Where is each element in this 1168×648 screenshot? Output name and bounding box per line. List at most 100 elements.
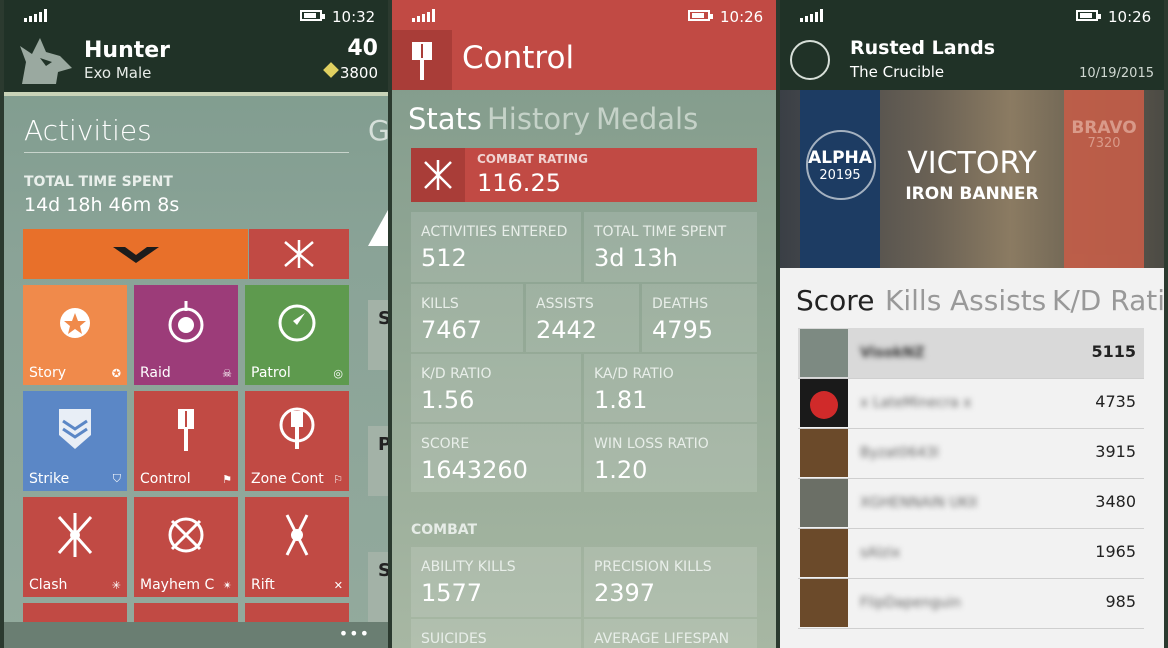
tab-assists[interactable]: Assists xyxy=(950,284,1046,317)
tile-story[interactable]: Story ✪ xyxy=(23,285,127,385)
battery-icon xyxy=(1076,10,1101,21)
player-score: 3915 xyxy=(1095,442,1136,461)
tile-label: Zone Control xyxy=(251,471,325,487)
tile-label: Control xyxy=(140,471,191,487)
stat-kd-ratio: K/D RATIO 1.56 xyxy=(411,354,581,422)
stat-value: 1.56 xyxy=(421,386,475,414)
stat-label: DEATHS xyxy=(652,296,709,312)
tab-medals[interactable]: Medals xyxy=(596,102,698,136)
character-header[interactable]: 10:32 Hunter Exo Male 40 3800 xyxy=(4,0,388,96)
player-row[interactable]: VisokNZ 5115 xyxy=(798,328,1144,379)
small-clash-icon: ✳ xyxy=(111,579,121,592)
match-report-screen: 10:26 Rusted Lands The Crucible 10/19/20… xyxy=(780,0,1164,648)
tile-label: Clash xyxy=(29,577,68,593)
stat-value: 512 xyxy=(421,244,467,272)
hunter-class-icon xyxy=(20,38,72,84)
tile-zone-control[interactable]: Zone Control ⚐ xyxy=(245,391,349,491)
stat-value: 2397 xyxy=(594,579,656,607)
tile-label: Story xyxy=(29,365,66,381)
game-mode: The Crucible xyxy=(850,63,945,81)
rift-icon xyxy=(285,514,309,556)
activities-screen: 10:32 Hunter Exo Male 40 3800 Activities… xyxy=(4,0,388,648)
stat-deaths: DEATHS 4795 xyxy=(642,284,757,352)
tile-rift[interactable]: Rift ✕ xyxy=(245,497,349,597)
stat-win-loss: WIN LOSS RATIO 1.20 xyxy=(584,424,757,492)
player-score: 5115 xyxy=(1091,342,1136,361)
vanguard-icon xyxy=(113,247,159,263)
signal-icon xyxy=(800,9,823,22)
stat-label: WIN LOSS RATIO xyxy=(594,436,709,452)
next-page-card[interactable]: S xyxy=(368,300,388,370)
glimmer-icon xyxy=(323,62,339,78)
tile-control[interactable]: Control ⚑ xyxy=(134,391,238,491)
stat-value: 4795 xyxy=(652,316,714,344)
stat-kills: KILLS 7467 xyxy=(411,284,523,352)
vanguard-filter-button[interactable] xyxy=(23,229,248,279)
clock: 10:32 xyxy=(332,8,376,26)
player-emblem-deer-icon xyxy=(800,429,848,477)
mayhem-clash-icon xyxy=(168,517,204,553)
tile-patrol[interactable]: Patrol ◎ xyxy=(245,285,349,385)
tab-kd-ratio[interactable]: K/D Ratio xyxy=(1052,284,1164,317)
player-row[interactable]: FlipDapenguin 985 xyxy=(798,578,1144,629)
battery-icon xyxy=(688,10,713,21)
player-row[interactable]: x LateMinecra x 4735 xyxy=(798,378,1144,429)
stat-label: ACTIVITIES ENTERED xyxy=(421,224,568,240)
small-rift-icon: ✕ xyxy=(333,579,343,592)
stat-label: ASSISTS xyxy=(536,296,594,312)
player-row[interactable]: Byzat0643l 3915 xyxy=(798,428,1144,479)
small-mayhem-icon: ✴ xyxy=(222,579,232,592)
pivot-next[interactable]: G xyxy=(368,114,388,147)
player-emblem-deer-icon xyxy=(800,529,848,577)
stat-ability-kills: ABILITY KILLS 1577 xyxy=(411,547,581,617)
tab-kills[interactable]: Kills xyxy=(885,284,941,317)
tile-label: Rift xyxy=(251,577,275,593)
small-strike-icon: ⛉ xyxy=(112,472,121,485)
tab-score[interactable]: Score xyxy=(796,284,874,317)
signal-icon xyxy=(24,9,47,22)
iron-banner-emblem-icon xyxy=(790,40,830,80)
character-class: Hunter xyxy=(84,38,171,63)
next-page-card[interactable]: S xyxy=(368,552,388,622)
patrol-icon xyxy=(278,304,316,342)
stat-label: KILLS xyxy=(421,296,459,312)
total-time-label: TOTAL TIME SPENT xyxy=(24,174,173,190)
tile-strike[interactable]: Strike ⛉ xyxy=(23,391,127,491)
clash-icon xyxy=(57,513,93,557)
total-time-value: 14d 18h 46m 8s xyxy=(24,194,180,216)
tile-label: Patrol xyxy=(251,365,291,381)
tile-partial[interactable] xyxy=(245,603,349,623)
glimmer-amount: 3800 xyxy=(339,64,378,82)
player-emblem-wolf-icon xyxy=(800,329,848,377)
team-alpha-banner: ALPHA 20195 xyxy=(800,90,880,268)
tab-stats[interactable]: Stats xyxy=(408,102,482,136)
combat-rating-value: 116.25 xyxy=(477,169,561,197)
signal-icon xyxy=(412,9,435,22)
player-row[interactable]: XGHENNAIN UKII 3480 xyxy=(798,478,1144,529)
player-score: 1965 xyxy=(1095,542,1136,561)
player-row[interactable]: sAlzix 1965 xyxy=(798,528,1144,579)
tile-partial[interactable] xyxy=(23,603,127,623)
edge-letter: P xyxy=(378,434,388,455)
small-zone-control-icon: ⚐ xyxy=(333,473,343,486)
stat-label: SCORE xyxy=(421,436,470,452)
next-page-card[interactable]: P xyxy=(368,426,388,496)
tile-raid[interactable]: Raid ☠ xyxy=(134,285,238,385)
story-icon xyxy=(60,308,90,338)
pivot-activities[interactable]: Activities xyxy=(24,114,152,147)
combat-rating-card: COMBAT RATING 116.25 xyxy=(411,148,757,202)
section-combat: COMBAT xyxy=(411,522,478,538)
more-button[interactable]: ••• xyxy=(339,624,370,643)
player-score: 985 xyxy=(1105,592,1136,611)
character-race: Exo Male xyxy=(84,64,152,82)
tile-mayhem-clash[interactable]: Mayhem Clash ✴ xyxy=(134,497,238,597)
stat-assists: ASSISTS 2442 xyxy=(526,284,639,352)
stat-suicides: SUICIDES xyxy=(411,619,581,648)
stat-kad-ratio: KA/D RATIO 1.81 xyxy=(584,354,757,422)
team-alpha-name: ALPHA xyxy=(808,148,872,168)
stat-label: ABILITY KILLS xyxy=(421,559,516,575)
tile-clash[interactable]: Clash ✳ xyxy=(23,497,127,597)
crucible-filter-button[interactable] xyxy=(249,229,349,279)
tab-history[interactable]: History xyxy=(487,102,590,136)
tile-partial[interactable] xyxy=(134,603,238,623)
